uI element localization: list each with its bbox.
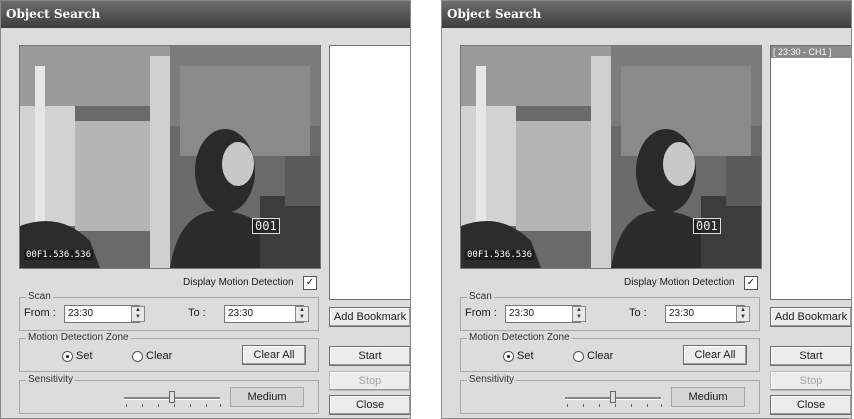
- video-timestamp: 00F1.536.536: [24, 250, 94, 260]
- clear-radio-label: Clear: [146, 350, 173, 362]
- motion-zone-group: Motion Detection Zone Set Clear Clear Al…: [19, 332, 319, 372]
- object-search-dialog-2: Object Search 00F1.536.536 001 [23:30 -…: [441, 0, 852, 419]
- close-button[interactable]: Close: [770, 395, 851, 415]
- sensitivity-group-label: Sensitivity: [467, 374, 517, 385]
- motion-zone-group-label: Motion Detection Zone: [467, 332, 572, 343]
- start-button[interactable]: Start: [329, 346, 410, 366]
- from-time-spinner[interactable]: ▲ ▼: [131, 306, 145, 322]
- display-motion-checkbox[interactable]: ✓: [303, 276, 317, 290]
- dialog-title: Object Search: [1, 1, 410, 28]
- slider-tick: [583, 404, 584, 407]
- to-time-input[interactable]: 23:30: [224, 305, 304, 323]
- camera-frame: [461, 46, 761, 268]
- sensitivity-slider-thumb[interactable]: [169, 391, 175, 403]
- dialog-title: Object Search: [442, 1, 851, 28]
- sensitivity-value: Medium: [230, 387, 304, 407]
- sensitivity-group-label: Sensitivity: [26, 374, 76, 385]
- from-time-spinner[interactable]: ▲ ▼: [572, 306, 586, 322]
- to-label: To :: [188, 307, 206, 319]
- from-time-input[interactable]: 23:30: [64, 305, 140, 323]
- display-motion-checkbox[interactable]: ✓: [744, 276, 758, 290]
- close-button[interactable]: Close: [329, 395, 410, 415]
- set-radio-label: Set: [517, 350, 534, 362]
- display-motion-row: Display Motion Detection ✓: [624, 276, 764, 292]
- set-radio[interactable]: [62, 351, 73, 362]
- display-motion-label: Display Motion Detection: [183, 277, 294, 288]
- scan-group: Scan From : 23:30 ▲ ▼ To : 23:30 ▲ ▼: [19, 291, 319, 331]
- to-label: To :: [629, 307, 647, 319]
- motion-zone-group: Motion Detection Zone Set Clear Clear Al…: [460, 332, 760, 372]
- video-timestamp: 00F1.536.536: [465, 250, 535, 260]
- video-channel-label: 001: [693, 218, 721, 234]
- to-time-spinner[interactable]: ▲ ▼: [736, 306, 750, 322]
- display-motion-label: Display Motion Detection: [624, 277, 735, 288]
- from-label: From :: [24, 307, 56, 319]
- to-time-input[interactable]: 23:30: [665, 305, 745, 323]
- scan-group-label: Scan: [26, 291, 53, 302]
- to-time-spinner[interactable]: ▲ ▼: [295, 306, 309, 322]
- stop-button[interactable]: Stop: [329, 371, 410, 391]
- slider-tick: [190, 404, 191, 407]
- add-bookmark-button[interactable]: Add Bookmark: [770, 307, 851, 327]
- slider-tick: [206, 404, 207, 407]
- clear-radio[interactable]: [573, 351, 584, 362]
- slider-tick: [567, 404, 568, 407]
- clear-all-button[interactable]: Clear All: [242, 345, 306, 365]
- slider-tick: [220, 404, 221, 407]
- set-radio[interactable]: [503, 351, 514, 362]
- object-search-dialog-1: Object Search 00F1.536.536 001 Display M…: [0, 0, 411, 419]
- slider-tick: [615, 404, 616, 407]
- sensitivity-group: Sensitivity Medium: [19, 374, 319, 414]
- add-bookmark-button[interactable]: Add Bookmark: [329, 307, 410, 327]
- slider-tick: [142, 404, 143, 407]
- slider-tick: [599, 404, 600, 407]
- camera-frame: [20, 46, 320, 268]
- video-preview: 00F1.536.536 001: [19, 45, 321, 269]
- list-item[interactable]: [ 23:30 - CH1 ]: [771, 46, 851, 58]
- results-list[interactable]: [ 23:30 - CH1 ]: [770, 45, 851, 300]
- slider-tick: [158, 404, 159, 407]
- slider-tick: [631, 404, 632, 407]
- motion-zone-group-label: Motion Detection Zone: [26, 332, 131, 343]
- video-preview: 00F1.536.536 001: [460, 45, 762, 269]
- slider-tick: [647, 404, 648, 407]
- results-list[interactable]: [329, 45, 410, 300]
- display-motion-row: Display Motion Detection ✓: [183, 276, 323, 292]
- sensitivity-group: Sensitivity Medium: [460, 374, 760, 414]
- slider-tick: [126, 404, 127, 407]
- video-channel-label: 001: [252, 218, 280, 234]
- set-radio-label: Set: [76, 350, 93, 362]
- start-button[interactable]: Start: [770, 346, 851, 366]
- sensitivity-value: Medium: [671, 387, 745, 407]
- stop-button[interactable]: Stop: [770, 371, 851, 391]
- clear-radio[interactable]: [132, 351, 143, 362]
- sensitivity-slider-thumb[interactable]: [610, 391, 616, 403]
- from-time-input[interactable]: 23:30: [505, 305, 581, 323]
- slider-tick: [661, 404, 662, 407]
- from-label: From :: [465, 307, 497, 319]
- scan-group-label: Scan: [467, 291, 494, 302]
- clear-all-button[interactable]: Clear All: [683, 345, 747, 365]
- slider-tick: [174, 404, 175, 407]
- clear-radio-label: Clear: [587, 350, 614, 362]
- scan-group: Scan From : 23:30 ▲ ▼ To : 23:30 ▲ ▼: [460, 291, 760, 331]
